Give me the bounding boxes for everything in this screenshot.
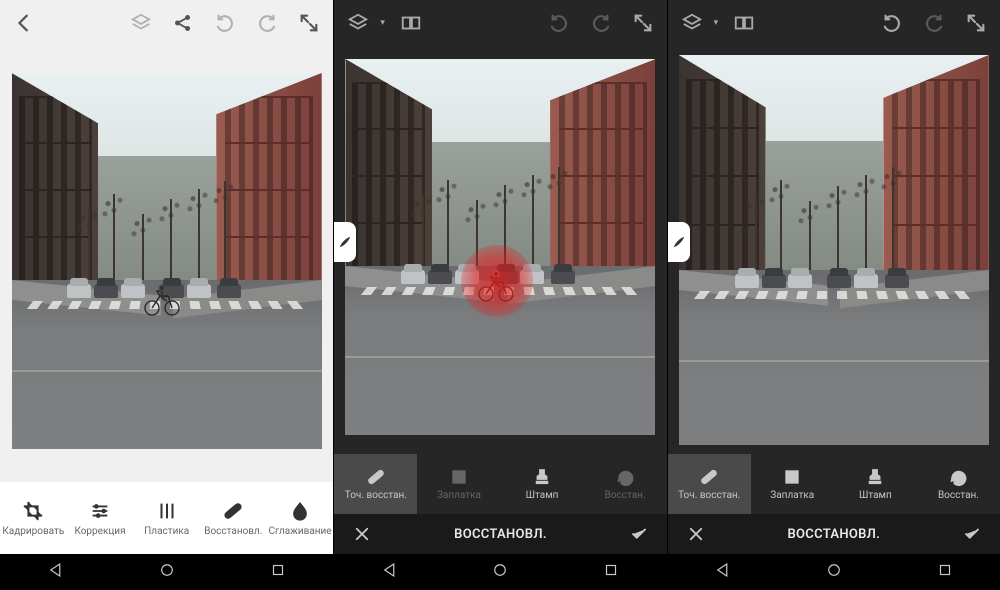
editor-canvas[interactable] — [668, 46, 1000, 454]
tool-smooth[interactable]: Сглаживание — [267, 482, 334, 554]
heal-selection[interactable] — [461, 245, 533, 317]
nav-back-icon[interactable] — [714, 561, 732, 583]
nav-home-icon[interactable] — [491, 561, 509, 583]
subtool-revert[interactable]: Восстан. — [584, 454, 667, 514]
top-toolbar: ▾ — [334, 0, 666, 46]
undo-icon[interactable] — [878, 9, 906, 37]
nav-recent-icon[interactable] — [602, 561, 620, 583]
compare-icon[interactable] — [397, 9, 425, 37]
confirm-icon[interactable] — [958, 520, 986, 548]
photo — [345, 59, 655, 435]
redo-icon[interactable] — [920, 9, 948, 37]
subtool-bar: Точ. восстан. Заплатка Штамп Восстан. — [334, 454, 666, 514]
tool-label: Восстановл. — [204, 526, 262, 537]
system-nav — [668, 554, 1000, 590]
bottom-toolbar: Кадрировать Коррекция Пластика Восстанов… — [0, 482, 333, 554]
mode-title: ВОССТАНОВЛ. — [710, 527, 958, 542]
brush-settings-tab[interactable] — [334, 222, 356, 262]
screen-3: ▾ — [667, 0, 1000, 590]
share-icon[interactable] — [169, 9, 197, 37]
subtool-patch[interactable]: Заплатка — [751, 454, 834, 514]
screen-2: ▾ — [333, 0, 666, 590]
expand-icon[interactable] — [295, 9, 323, 37]
brush-settings-tab[interactable] — [668, 222, 690, 262]
subtool-label: Точ. восстан. — [678, 490, 740, 501]
system-nav — [0, 554, 333, 590]
nav-back-icon[interactable] — [381, 561, 399, 583]
subtool-label: Точ. восстан. — [345, 490, 407, 501]
nav-recent-icon[interactable] — [936, 561, 954, 583]
dropdown-chevron-icon[interactable]: ▾ — [714, 18, 719, 28]
cancel-icon[interactable] — [682, 520, 710, 548]
subtool-label: Заплатка — [770, 490, 814, 501]
dropdown-chevron-icon[interactable]: ▾ — [380, 18, 385, 28]
subtool-spot-heal[interactable]: Точ. восстан. — [334, 454, 417, 514]
confirm-bar: ВОССТАНОВЛ. — [334, 514, 666, 554]
subtool-stamp[interactable]: Штамп — [500, 454, 583, 514]
subtool-label: Восстан. — [938, 490, 979, 501]
tool-adjust[interactable]: Коррекция — [67, 482, 134, 554]
compare-icon[interactable] — [730, 9, 758, 37]
nav-recent-icon[interactable] — [269, 561, 287, 583]
tool-heal[interactable]: Восстановл. — [200, 482, 267, 554]
undo-icon[interactable] — [211, 9, 239, 37]
cancel-icon[interactable] — [348, 520, 376, 548]
nav-home-icon[interactable] — [825, 561, 843, 583]
confirm-bar: ВОССТАНОВЛ. — [668, 514, 1000, 554]
subtool-bar: Точ. восстан. Заплатка Штамп Восстан. — [668, 454, 1000, 514]
photo — [12, 73, 322, 449]
cyclist — [142, 280, 182, 316]
photo — [679, 55, 989, 445]
editor-canvas[interactable] — [334, 46, 666, 454]
editor-canvas[interactable] — [0, 46, 333, 482]
expand-icon[interactable] — [962, 9, 990, 37]
back-icon[interactable] — [10, 9, 38, 37]
top-toolbar — [0, 0, 333, 46]
tool-label: Пластика — [144, 526, 189, 537]
mode-title: ВОССТАНОВЛ. — [376, 527, 624, 542]
layers-icon[interactable] — [678, 9, 706, 37]
layers-icon[interactable] — [127, 9, 155, 37]
subtool-patch[interactable]: Заплатка — [417, 454, 500, 514]
tool-label: Сглаживание — [268, 526, 331, 537]
expand-icon[interactable] — [629, 9, 657, 37]
top-toolbar: ▾ — [668, 0, 1000, 46]
tool-label: Коррекция — [74, 526, 125, 537]
undo-icon[interactable] — [545, 9, 573, 37]
nav-back-icon[interactable] — [47, 561, 65, 583]
screen-1: Кадрировать Коррекция Пластика Восстанов… — [0, 0, 333, 590]
subtool-spot-heal[interactable]: Точ. восстан. — [668, 454, 751, 514]
system-nav — [334, 554, 666, 590]
subtool-stamp[interactable]: Штамп — [834, 454, 917, 514]
tool-label: Кадрировать — [2, 526, 64, 537]
confirm-icon[interactable] — [625, 520, 653, 548]
subtool-label: Восстан. — [605, 490, 646, 501]
subtool-label: Заплатка — [437, 490, 481, 501]
subtool-revert[interactable]: Восстан. — [917, 454, 1000, 514]
nav-home-icon[interactable] — [158, 561, 176, 583]
tool-liquify[interactable]: Пластика — [133, 482, 200, 554]
subtool-label: Штамп — [526, 490, 559, 501]
tool-crop[interactable]: Кадрировать — [0, 482, 67, 554]
layers-icon[interactable] — [344, 9, 372, 37]
redo-icon[interactable] — [587, 9, 615, 37]
subtool-label: Штамп — [859, 490, 892, 501]
redo-icon[interactable] — [253, 9, 281, 37]
